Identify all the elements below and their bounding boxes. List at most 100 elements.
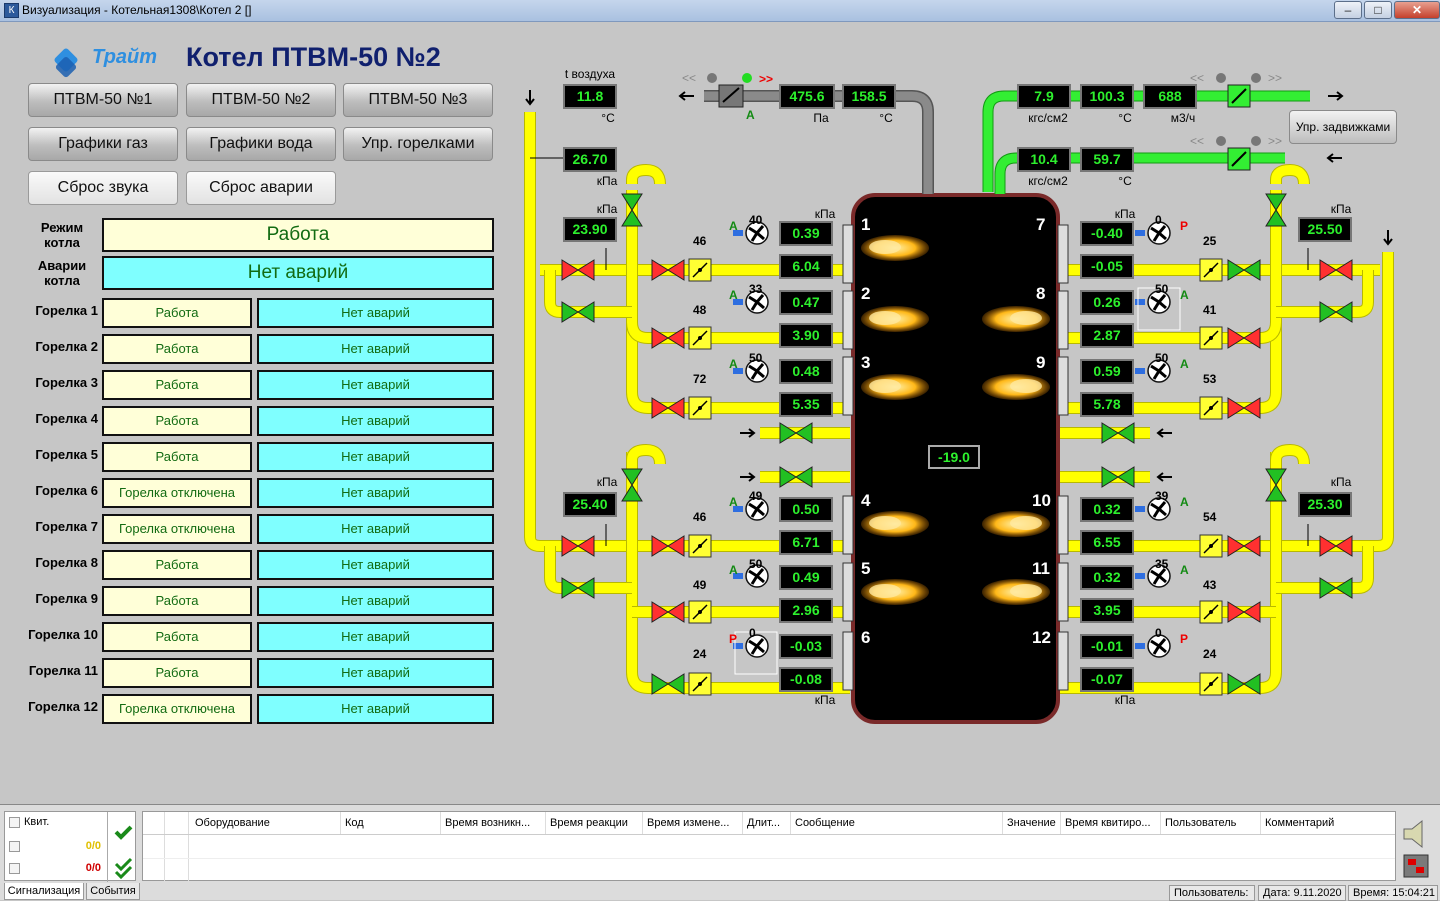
valve-icon[interactable]: [779, 466, 813, 488]
flue-temp-unit: °C: [879, 111, 893, 125]
kvit-label: Квит.: [24, 816, 50, 828]
maximize-button[interactable]: □: [1364, 1, 1392, 19]
count-checkbox-2[interactable]: [9, 862, 20, 874]
valve-icon[interactable]: [1319, 577, 1353, 599]
valve-icon[interactable]: [1101, 422, 1135, 444]
flow-arrow-icon: [1156, 472, 1172, 482]
sound-icon[interactable]: [1400, 815, 1434, 881]
column-header[interactable]: Оборудование: [191, 812, 341, 834]
regulator-valve-icon[interactable]: [1199, 600, 1223, 624]
column-header[interactable]: Сообщение: [791, 812, 1003, 834]
valve-icon[interactable]: [651, 535, 685, 557]
valve-icon[interactable]: [651, 601, 685, 623]
valve-icon[interactable]: [1227, 327, 1261, 349]
burner-air-pressure: 0.47: [779, 290, 833, 315]
kvit-checkbox[interactable]: [9, 816, 20, 828]
regulator-valve-icon[interactable]: [688, 534, 712, 558]
regulator-valve-icon[interactable]: [688, 672, 712, 696]
flue-temp-display: 158.5: [842, 84, 896, 109]
burner-port: [1057, 356, 1069, 416]
regulator-valve-icon[interactable]: [688, 326, 712, 350]
column-header[interactable]: Длит...: [743, 812, 791, 834]
burner-port: [842, 290, 854, 350]
valve-icon[interactable]: [1227, 535, 1261, 557]
gas-left-upper: 23.90: [563, 217, 617, 242]
gate-control-button[interactable]: Упр. задвижками: [1289, 110, 1397, 144]
valve-icon[interactable]: [561, 259, 595, 281]
regulator-valve-icon[interactable]: [1199, 258, 1223, 282]
tab-events[interactable]: События: [86, 883, 140, 900]
regulator-valve-icon[interactable]: [1199, 672, 1223, 696]
regulator-valve-icon[interactable]: [1199, 396, 1223, 420]
valve-icon[interactable]: [1319, 535, 1353, 557]
minimize-button[interactable]: –: [1334, 1, 1362, 19]
column-header[interactable]: Время реакции: [546, 812, 643, 834]
regulator-valve-icon[interactable]: [1199, 326, 1223, 350]
burner-air-pressure: 0.39: [779, 221, 833, 246]
valve-icon[interactable]: [561, 535, 595, 557]
kvit-row[interactable]: Квит.: [9, 816, 49, 828]
burner-gas-pressure: 2.96: [779, 598, 833, 623]
column-header[interactable]: Пользователь: [1161, 812, 1261, 834]
valve-icon[interactable]: [561, 301, 595, 323]
column-header[interactable]: Код: [341, 812, 441, 834]
valve-icon[interactable]: [1265, 468, 1287, 502]
valve-icon[interactable]: [651, 327, 685, 349]
valve-icon[interactable]: [1319, 301, 1353, 323]
gas-pipe: [1271, 445, 1309, 465]
regulator-valve-icon[interactable]: [688, 258, 712, 282]
burner-number: 2: [861, 284, 871, 303]
flow-arrow-icon: [1383, 230, 1393, 246]
valve-icon[interactable]: [621, 193, 643, 227]
fan-icon[interactable]: [1135, 634, 1171, 658]
burner-gas-pressure: 6.55: [1080, 530, 1134, 555]
count-row-1: 0/0: [9, 840, 101, 852]
regulator-valve-icon[interactable]: [1199, 534, 1223, 558]
burner-gas-pressure: -0.07: [1080, 667, 1134, 692]
burner-gas-pressure: 3.90: [779, 323, 833, 348]
gas-pipe: [627, 165, 665, 185]
flame-icon: [982, 306, 1050, 332]
valve-icon[interactable]: [1319, 259, 1353, 281]
fan-mode: A: [1180, 357, 1189, 371]
burner-port: [842, 356, 854, 416]
kvit-panel: Квит. 0/0 0/0: [4, 811, 138, 882]
flow-arrow-icon: [740, 428, 756, 438]
fan-mode: P: [729, 632, 738, 646]
indicator-light: [707, 73, 717, 83]
column-header[interactable]: Значение: [1003, 812, 1061, 834]
regulator-valve-icon[interactable]: [688, 600, 712, 624]
fan-speed: 39: [1155, 489, 1169, 503]
flame-icon: [861, 579, 929, 605]
flame-icon: [861, 511, 929, 537]
column-header[interactable]: Время возникн...: [441, 812, 546, 834]
fan-icon[interactable]: [1135, 221, 1171, 245]
column-header[interactable]: Комментарий: [1261, 812, 1397, 834]
valve-icon[interactable]: [621, 468, 643, 502]
valve-icon[interactable]: [651, 397, 685, 419]
column-header[interactable]: Время измене...: [643, 812, 743, 834]
valve-icon[interactable]: [1101, 466, 1135, 488]
valve-icon[interactable]: [651, 259, 685, 281]
regulator-valve-icon[interactable]: [688, 396, 712, 420]
flame-icon: [982, 579, 1050, 605]
tab-signals[interactable]: Сигнализация: [4, 883, 84, 900]
water-in-temp-unit: °C: [1118, 174, 1132, 188]
valve-icon[interactable]: [1227, 601, 1261, 623]
water-out-flow-unit: м3/ч: [1170, 111, 1196, 125]
column-header[interactable]: Время квитиро...: [1061, 812, 1161, 834]
valve-icon[interactable]: [1227, 397, 1261, 419]
ack-check-icons[interactable]: [108, 812, 138, 882]
valve-icon[interactable]: [561, 577, 595, 599]
valve-icon[interactable]: [779, 422, 813, 444]
alarm-table[interactable]: Оборудование Код Время возникн... Время реа…: [142, 811, 1397, 882]
kpa-unit: кПа: [1114, 207, 1136, 221]
regulator-position: 72: [693, 372, 707, 386]
close-button[interactable]: ✕: [1394, 1, 1440, 19]
fan-speed: 0: [749, 626, 756, 640]
valve-icon[interactable]: [1265, 193, 1287, 227]
air-temp-unit: °C: [601, 111, 615, 125]
count-checkbox-1[interactable]: [9, 840, 20, 852]
flame-icon: [982, 511, 1050, 537]
valve-icon[interactable]: [1227, 259, 1261, 281]
